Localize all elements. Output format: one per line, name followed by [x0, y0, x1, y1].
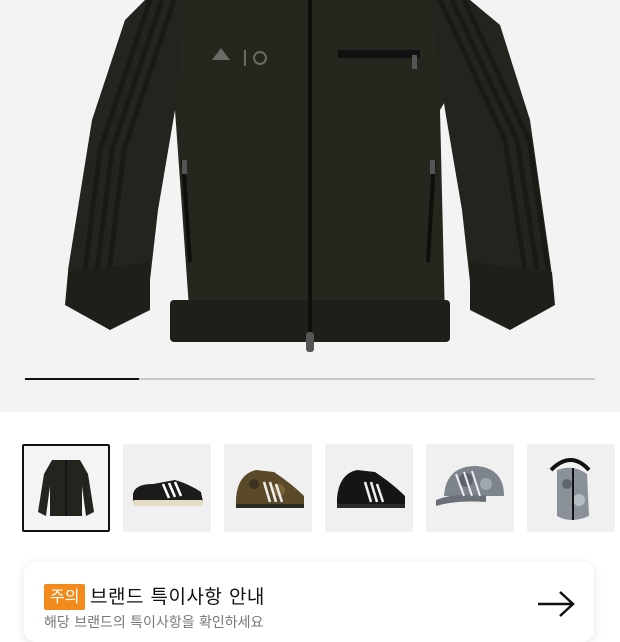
notice-subtitle: 해당 브랜드의 특이사항을 확인하세요: [44, 615, 264, 631]
thumbnail-sling-bag[interactable]: [527, 444, 615, 532]
arrow-right-icon[interactable]: [536, 590, 576, 618]
thumbnail-cap-camo[interactable]: [426, 444, 514, 532]
thumbnail-sneaker-black[interactable]: [325, 444, 413, 532]
product-image-gallery[interactable]: [0, 0, 620, 412]
gallery-progress-fill: [25, 378, 139, 380]
sneaker-icon: [236, 470, 304, 508]
thumbnail-jacket[interactable]: [22, 444, 110, 532]
jacket-image: [65, 0, 555, 352]
sneaker-icon: [337, 470, 405, 508]
thumbnail-sneaker-camo[interactable]: [224, 444, 312, 532]
cap-icon: [436, 466, 504, 506]
thumbnail-sneaker-superstar[interactable]: [123, 444, 211, 532]
notice-badge: 주의: [44, 584, 86, 610]
brand-notice-card[interactable]: 주의 브랜드 특이사항 안내 해당 브랜드의 특이사항을 확인하세요: [24, 562, 594, 642]
bag-icon: [549, 458, 591, 520]
sneaker-icon: [133, 480, 203, 506]
thumbnail-strip: [0, 412, 620, 552]
notice-title: 브랜드 특이사항 안내: [90, 586, 265, 608]
gallery-progress-track: [25, 378, 595, 380]
jacket-thumb-icon: [38, 460, 94, 516]
